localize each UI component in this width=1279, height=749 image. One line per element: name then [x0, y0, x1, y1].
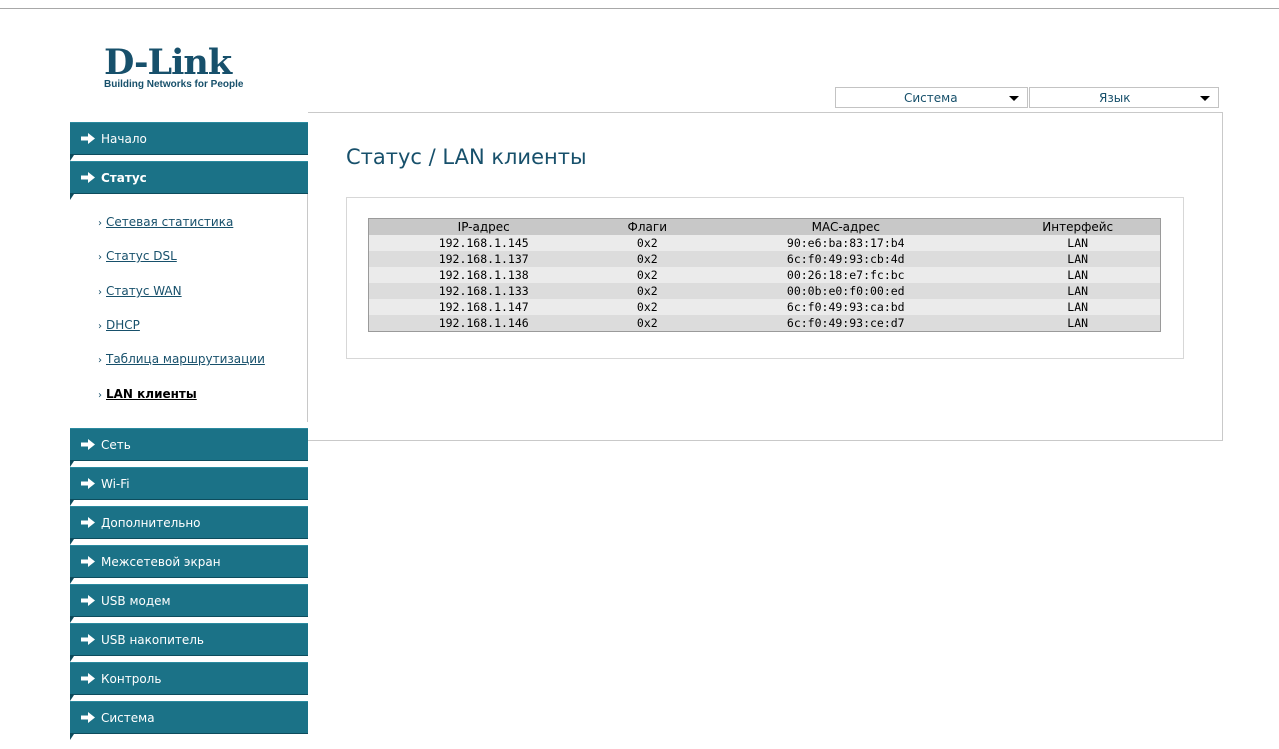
submenu-label: LAN клиенты — [106, 387, 197, 401]
column-header-ip: IP-адрес — [368, 218, 599, 235]
cell-ip: 192.168.1.146 — [368, 315, 599, 332]
arrow-right-icon — [81, 478, 95, 489]
sidebar-item-label: USB модем — [101, 594, 171, 608]
sidebar-item-advanced[interactable]: Дополнительно — [70, 506, 308, 545]
table-row: 192.168.1.145 0x2 90:e6:ba:83:17:b4 LAN — [368, 235, 1161, 251]
cell-mac: 6c:f0:49:93:ce:d7 — [696, 315, 996, 332]
submenu-label: Таблица маршрутизации — [106, 352, 265, 366]
table-row: 192.168.1.137 0x2 6c:f0:49:93:cb:4d LAN — [368, 251, 1161, 267]
arrow-right-icon — [81, 517, 95, 528]
arrow-right-icon — [81, 133, 95, 144]
arrow-right-icon — [81, 172, 95, 183]
submenu-dhcp[interactable]: › DHCP — [98, 318, 140, 332]
table-row: 192.168.1.133 0x2 00:0b:e0:f0:00:ed LAN — [368, 283, 1161, 299]
arrow-right-icon — [81, 439, 95, 450]
sidebar-item-usb-storage[interactable]: USB накопитель — [70, 623, 308, 662]
bullet-icon: › — [98, 252, 102, 263]
cell-interface: LAN — [995, 283, 1161, 299]
sidebar-item-status[interactable]: Статус — [70, 161, 308, 200]
sidebar-item-label: USB накопитель — [101, 633, 204, 647]
logo-wordmark: D-Link — [104, 42, 232, 83]
cell-flags: 0x2 — [598, 283, 697, 299]
lan-clients-table: IP-адрес Флаги MAC-адрес Интерфейс 192.1… — [368, 218, 1161, 332]
cell-flags: 0x2 — [598, 267, 697, 283]
cell-flags: 0x2 — [598, 251, 697, 267]
bullet-icon: › — [98, 218, 102, 229]
sidebar-item-network[interactable]: Сеть — [70, 428, 308, 467]
sidebar-item-label: Контроль — [101, 672, 162, 686]
sidebar-item-home[interactable]: Начало — [70, 122, 308, 161]
cell-flags: 0x2 — [598, 299, 697, 315]
cell-interface: LAN — [995, 267, 1161, 283]
sidebar-item-label: Статус — [101, 171, 147, 185]
submenu-label: Сетевая статистика — [106, 215, 234, 229]
sidebar-item-firewall[interactable]: Межсетевой экран — [70, 545, 308, 584]
column-header-interface: Интерфейс — [995, 218, 1161, 235]
submenu-label: DHCP — [106, 318, 140, 332]
arrow-right-icon — [81, 634, 95, 645]
chevron-down-icon — [1009, 96, 1019, 101]
submenu-routing-table[interactable]: › Таблица маршрутизации — [98, 352, 265, 366]
language-dropdown-label: Язык — [1099, 91, 1131, 105]
sidebar: Начало Статус › Сетевая статистика › Стату… — [70, 122, 308, 740]
table-row: 192.168.1.138 0x2 00:26:18:e7:fc:bc LAN — [368, 267, 1161, 283]
system-dropdown-label: Система — [904, 91, 958, 105]
cell-flags: 0x2 — [598, 315, 697, 332]
submenu-network-stats[interactable]: › Сетевая статистика — [98, 215, 233, 229]
page-title: Статус / LAN клиенты — [346, 145, 587, 169]
language-dropdown[interactable]: Язык — [1029, 87, 1219, 108]
sidebar-item-label: Система — [101, 711, 155, 725]
cell-mac: 00:26:18:e7:fc:bc — [696, 267, 996, 283]
top-divider — [0, 8, 1279, 9]
sidebar-item-system[interactable]: Система — [70, 701, 308, 740]
cell-mac: 00:0b:e0:f0:00:ed — [696, 283, 996, 299]
cell-mac: 90:e6:ba:83:17:b4 — [696, 235, 996, 251]
sidebar-item-label: Межсетевой экран — [101, 555, 221, 569]
cell-interface: LAN — [995, 235, 1161, 251]
cell-flags: 0x2 — [598, 235, 697, 251]
sidebar-item-control[interactable]: Контроль — [70, 662, 308, 701]
arrow-right-icon — [81, 712, 95, 723]
status-submenu: › Сетевая статистика › Статус DSL › Статус … — [70, 194, 308, 422]
column-header-mac: MAC-адрес — [696, 218, 996, 235]
cell-mac: 6c:f0:49:93:cb:4d — [696, 251, 996, 267]
sidebar-item-label: Начало — [101, 132, 147, 146]
cell-mac: 6c:f0:49:93:ca:bd — [696, 299, 996, 315]
sidebar-item-label: Сеть — [101, 438, 131, 452]
cell-ip: 192.168.1.133 — [368, 283, 599, 299]
submenu-wan-status[interactable]: › Статус WAN — [98, 284, 182, 298]
column-header-flags: Флаги — [598, 218, 697, 235]
arrow-right-icon — [81, 556, 95, 567]
submenu-label: Статус WAN — [106, 284, 182, 298]
arrow-right-icon — [81, 673, 95, 684]
sidebar-item-wifi[interactable]: Wi-Fi — [70, 467, 308, 506]
cell-interface: LAN — [995, 251, 1161, 267]
submenu-lan-clients[interactable]: › LAN клиенты — [98, 387, 197, 401]
sidebar-item-label: Wi-Fi — [101, 477, 130, 491]
sidebar-item-label: Дополнительно — [101, 516, 201, 530]
submenu-dsl-status[interactable]: › Статус DSL — [98, 249, 177, 263]
bullet-icon: › — [98, 287, 102, 298]
table-row: 192.168.1.146 0x2 6c:f0:49:93:ce:d7 LAN — [368, 315, 1161, 332]
chevron-down-icon — [1200, 96, 1210, 101]
submenu-label: Статус DSL — [106, 249, 177, 263]
cell-ip: 192.168.1.147 — [368, 299, 599, 315]
arrow-right-icon — [81, 595, 95, 606]
bullet-icon: › — [98, 321, 102, 332]
bullet-icon: › — [98, 355, 102, 366]
cell-ip: 192.168.1.138 — [368, 267, 599, 283]
system-dropdown[interactable]: Система — [835, 87, 1028, 108]
cell-ip: 192.168.1.137 — [368, 251, 599, 267]
dlink-logo: D-Link Building Networks for People — [104, 42, 243, 91]
cell-ip: 192.168.1.145 — [368, 235, 599, 251]
table-row: 192.168.1.147 0x2 6c:f0:49:93:ca:bd LAN — [368, 299, 1161, 315]
cell-interface: LAN — [995, 299, 1161, 315]
bullet-icon: › — [98, 390, 102, 401]
table-header-row: IP-адрес Флаги MAC-адрес Интерфейс — [368, 218, 1161, 235]
cell-interface: LAN — [995, 315, 1161, 332]
sidebar-item-usb-modem[interactable]: USB модем — [70, 584, 308, 623]
